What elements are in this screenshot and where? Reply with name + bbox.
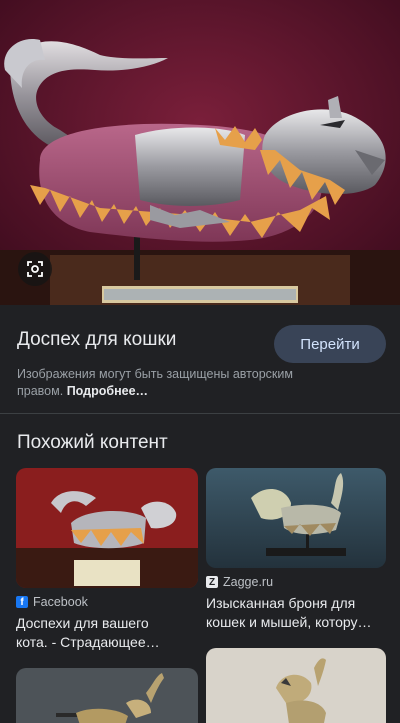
related-card-title-2[interactable]: Изысканная броня для кошек и мышей, кото… <box>206 594 396 632</box>
related-card-title-1[interactable]: Доспехи для вашего кота. - Страдающее… <box>16 614 198 652</box>
related-thumbnail <box>206 648 386 723</box>
hero-image[interactable] <box>0 0 400 305</box>
copyright-notice: Изображения могут быть защищены авторски… <box>17 366 337 400</box>
card-title-line: Доспехи для вашего <box>16 615 149 631</box>
facebook-icon: f <box>16 596 28 608</box>
related-card-image-4[interactable] <box>206 648 386 723</box>
related-thumbnail <box>16 468 198 588</box>
related-card-image-2[interactable] <box>206 468 386 568</box>
card-title-line: кошек и мышей, котору… <box>206 614 372 630</box>
cat-armor-photo <box>0 0 400 305</box>
visit-button[interactable]: Перейти <box>274 325 386 363</box>
card-title-line: кота. - Страдающее… <box>16 634 160 650</box>
card-title-line: Изысканная броня для <box>206 595 356 611</box>
source-facebook[interactable]: f Facebook <box>16 595 88 609</box>
related-card-image-3[interactable] <box>16 668 198 723</box>
result-title: Доспех для кошки <box>17 329 177 350</box>
learn-more-link[interactable]: Подробнее… <box>67 384 148 398</box>
source-name: Zagge.ru <box>223 575 274 589</box>
source-zagge[interactable]: Z Zagge.ru <box>206 575 273 589</box>
related-thumbnail <box>16 668 198 723</box>
related-heading: Похожий контент <box>17 432 168 453</box>
lens-icon <box>27 261 43 277</box>
copyright-text: Изображения могут быть защищены авторски… <box>17 367 293 398</box>
related-thumbnail <box>206 468 386 568</box>
result-header: Доспех для кошки Перейти <box>0 305 400 375</box>
zagge-icon: Z <box>206 576 218 588</box>
related-card-image-1[interactable] <box>16 468 198 588</box>
divider <box>0 413 400 414</box>
google-lens-button[interactable] <box>18 252 52 286</box>
source-name: Facebook <box>33 595 88 609</box>
